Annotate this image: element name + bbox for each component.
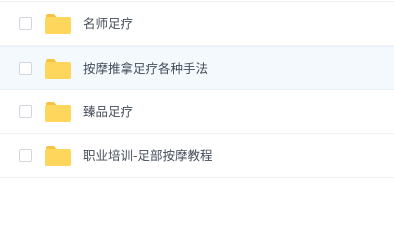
file-list: 名师足疗 按摩推拿足疗各种手法 臻品足疗 职业培训-足部按摩教程 — [0, 0, 394, 178]
item-checkbox[interactable] — [19, 149, 32, 162]
file-name[interactable]: 名师足疗 — [83, 15, 133, 33]
file-name[interactable]: 按摩推拿足疗各种手法 — [83, 60, 208, 78]
file-name[interactable]: 臻品足疗 — [83, 103, 133, 121]
item-checkbox[interactable] — [19, 105, 32, 118]
folder-icon[interactable] — [44, 101, 72, 123]
list-item[interactable]: 职业培训-足部按摩教程 — [0, 134, 394, 178]
folder-icon[interactable] — [44, 58, 72, 80]
folder-icon[interactable] — [44, 13, 72, 35]
list-item[interactable]: 臻品足疗 — [0, 90, 394, 134]
item-checkbox[interactable] — [19, 17, 32, 30]
list-item[interactable]: 按摩推拿足疗各种手法 — [0, 46, 394, 90]
list-item[interactable]: 名师足疗 — [0, 2, 394, 46]
folder-icon[interactable] — [44, 145, 72, 167]
file-name[interactable]: 职业培训-足部按摩教程 — [83, 147, 213, 165]
item-checkbox[interactable] — [19, 62, 32, 75]
